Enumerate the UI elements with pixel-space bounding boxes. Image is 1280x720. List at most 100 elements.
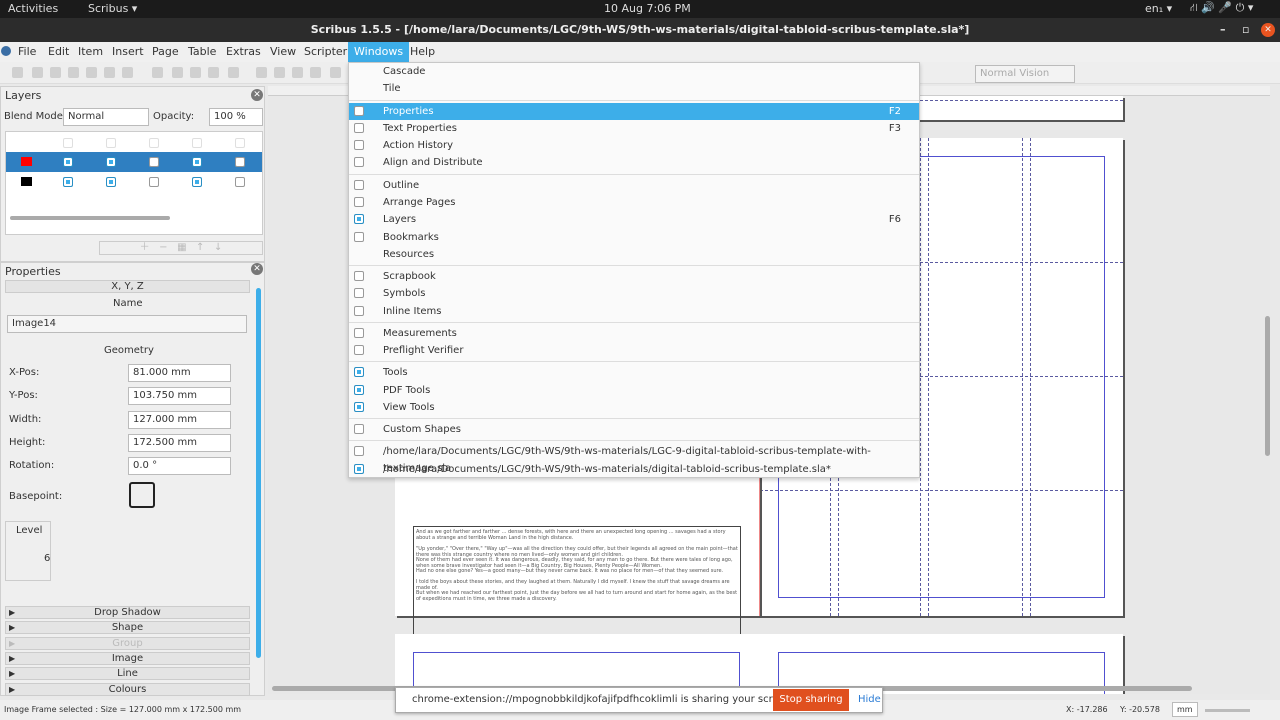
- menu-file[interactable]: File: [12, 42, 42, 62]
- menu-item-label: Preflight Verifier: [383, 345, 464, 357]
- close-icon[interactable]: ✕: [251, 89, 263, 101]
- section-image[interactable]: ▶ Image: [5, 651, 250, 665]
- opacity-spinbox[interactable]: 100 %: [209, 108, 263, 126]
- menu-item-cascade[interactable]: Cascade: [349, 63, 919, 80]
- menu-help[interactable]: Help: [404, 42, 441, 62]
- layer-checkbox[interactable]: [63, 177, 73, 187]
- menu-extras[interactable]: Extras: [220, 42, 267, 62]
- properties-scrollbar[interactable]: [256, 288, 261, 658]
- section-shape[interactable]: ▶ Shape: [5, 621, 250, 635]
- layer-checkbox[interactable]: [149, 177, 159, 187]
- menu-item-tile[interactable]: Tile: [349, 80, 919, 97]
- toolbar-icon[interactable]: [292, 67, 303, 78]
- vision-select[interactable]: Normal Vision: [975, 65, 1075, 83]
- maximize-icon[interactable]: ▫: [1242, 18, 1249, 42]
- menu-item-text-properties[interactable]: Text Properties F3: [349, 120, 919, 137]
- layer-row[interactable]: [6, 172, 262, 192]
- toolbar-icon[interactable]: [330, 67, 341, 78]
- zoom-slider[interactable]: [1205, 709, 1250, 712]
- clock[interactable]: 10 Aug 7:06 PM: [604, 2, 691, 15]
- menu-scripter[interactable]: Scripter: [298, 42, 353, 62]
- section-group[interactable]: ▶ Group: [5, 636, 250, 650]
- layer-buttons[interactable]: ＋ − ▦ ↑ ↓: [99, 241, 263, 255]
- section-colours[interactable]: ▶ Colours: [5, 682, 250, 696]
- layers-scrollbar[interactable]: [10, 216, 170, 220]
- menu-table[interactable]: Table: [182, 42, 222, 62]
- menu-item-pdf-tools[interactable]: PDF Tools: [349, 382, 919, 399]
- menu-item-layers[interactable]: Layers F6: [349, 211, 919, 228]
- basepoint-selector[interactable]: [129, 482, 155, 508]
- menu-item-symbols[interactable]: Symbols: [349, 285, 919, 302]
- toolbar-icon[interactable]: [274, 67, 285, 78]
- layer-checkbox[interactable]: [106, 157, 116, 167]
- section-line[interactable]: ▶ Line: [5, 667, 250, 681]
- close-icon[interactable]: ✕: [251, 263, 263, 275]
- menu-item-properties[interactable]: Properties F2: [349, 102, 919, 120]
- app-menu[interactable]: Scribus ▾: [88, 2, 137, 15]
- menu-item-view-tools[interactable]: View Tools: [349, 399, 919, 416]
- menu-edit[interactable]: Edit: [42, 42, 75, 62]
- menu-item-bookmarks[interactable]: Bookmarks: [349, 229, 919, 246]
- menu-page[interactable]: Page: [146, 42, 185, 62]
- menu-windows[interactable]: Windows: [348, 42, 410, 62]
- toolbar-icon[interactable]: [50, 67, 61, 78]
- menu-view[interactable]: View: [264, 42, 302, 62]
- layer-checkbox[interactable]: [106, 177, 116, 187]
- close-window-icon[interactable]: ✕: [1261, 23, 1275, 37]
- toolbar-icon[interactable]: [104, 67, 115, 78]
- section-drop-shadow[interactable]: ▶ Drop Shadow: [5, 606, 250, 619]
- system-status-icons[interactable]: ⛙ 🔊 🎤 ⏻ ▾: [1190, 1, 1253, 16]
- text-frame[interactable]: And as we got farther and farther ... de…: [413, 526, 741, 648]
- menu-insert[interactable]: Insert: [106, 42, 150, 62]
- menu-item[interactable]: Item: [72, 42, 109, 62]
- blend-mode-select[interactable]: Normal: [63, 108, 149, 126]
- menu-item-recent-document[interactable]: /home/lara/Documents/LGC/9th-WS/9th-ws-m…: [349, 443, 919, 474]
- layer-row[interactable]: [6, 152, 262, 172]
- menu-item-inline-items[interactable]: Inline Items: [349, 303, 919, 320]
- toolbar-icon[interactable]: [256, 67, 267, 78]
- menu-item-recent-document[interactable]: /home/lara/Documents/LGC/9th-WS/9th-ws-m…: [349, 461, 919, 478]
- toolbar-icon[interactable]: [310, 67, 321, 78]
- layer-checkbox[interactable]: [235, 157, 245, 167]
- toolbar-icon[interactable]: [122, 67, 133, 78]
- geometry-field[interactable]: 103.750 mm: [128, 387, 231, 406]
- toolbar-icon[interactable]: [208, 67, 219, 78]
- unit-select[interactable]: mm: [1172, 702, 1198, 717]
- language-selector[interactable]: en₁ ▾: [1145, 2, 1172, 15]
- geometry-field[interactable]: 81.000 mm: [128, 364, 231, 382]
- hide-button[interactable]: Hide: [858, 694, 881, 705]
- menu-item-arrange-pages[interactable]: Arrange Pages: [349, 194, 919, 211]
- toolbar-icon[interactable]: [12, 67, 23, 78]
- menu-item-resources[interactable]: Resources: [349, 246, 919, 263]
- toolbar-icon[interactable]: [228, 67, 239, 78]
- layer-checkbox[interactable]: [149, 157, 159, 167]
- activities-button[interactable]: Activities: [8, 2, 58, 15]
- minimize-icon[interactable]: –: [1220, 18, 1226, 42]
- menu-item-measurements[interactable]: Measurements: [349, 325, 919, 342]
- menu-item-outline[interactable]: Outline: [349, 177, 919, 194]
- geometry-field[interactable]: 0.0 °: [128, 457, 231, 476]
- vertical-scrollbar[interactable]: [1265, 316, 1270, 456]
- menu-item-tools[interactable]: Tools: [349, 364, 919, 381]
- menu-item-preflight-verifier[interactable]: Preflight Verifier: [349, 342, 919, 359]
- menu-item-action-history[interactable]: Action History: [349, 137, 919, 154]
- layer-checkbox[interactable]: [192, 157, 202, 167]
- layer-checkbox[interactable]: [63, 157, 73, 167]
- toolbar-icon[interactable]: [190, 67, 201, 78]
- toolbar-icon[interactable]: [86, 67, 97, 78]
- toolbar-icon[interactable]: [152, 67, 163, 78]
- geometry-field[interactable]: 172.500 mm: [128, 433, 231, 452]
- menu-separator: [349, 321, 919, 323]
- layer-checkbox[interactable]: [235, 177, 245, 187]
- section-xyz[interactable]: X, Y, Z: [5, 280, 250, 293]
- toolbar-icon[interactable]: [172, 67, 183, 78]
- toolbar-icon[interactable]: [68, 67, 79, 78]
- toolbar-icon[interactable]: [32, 67, 43, 78]
- stop-sharing-button[interactable]: Stop sharing: [773, 689, 849, 711]
- geometry-field[interactable]: 127.000 mm: [128, 410, 231, 429]
- menu-item-scrapbook[interactable]: Scrapbook: [349, 268, 919, 285]
- layer-checkbox[interactable]: [192, 177, 202, 187]
- menu-item-align-and-distribute[interactable]: Align and Distribute: [349, 154, 919, 171]
- menu-item-custom-shapes[interactable]: Custom Shapes: [349, 421, 919, 438]
- name-field[interactable]: Image14: [7, 315, 247, 333]
